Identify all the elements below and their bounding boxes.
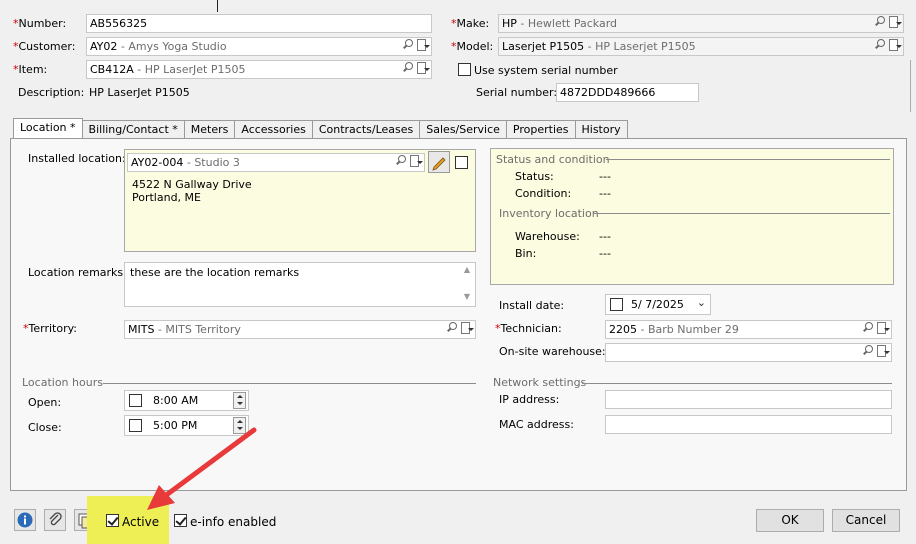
window-edge [910, 60, 916, 112]
annotation-arrow [147, 427, 257, 510]
